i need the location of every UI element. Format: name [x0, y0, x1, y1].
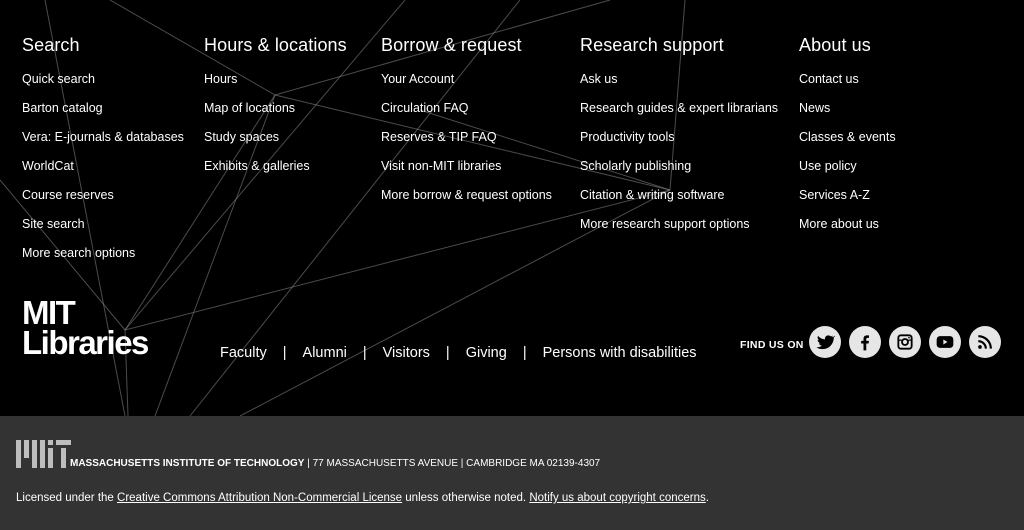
facebook-icon[interactable]: [849, 326, 881, 358]
link-exhibits-galleries[interactable]: Exhibits & galleries: [204, 159, 310, 173]
copyright-concerns-link[interactable]: Notify us about copyright concerns: [529, 492, 705, 504]
link-worldcat[interactable]: WorldCat: [22, 159, 74, 173]
mit-logo-mark[interactable]: [16, 440, 72, 473]
license-middle: unless otherwise noted.: [402, 492, 530, 504]
twitter-icon[interactable]: [809, 326, 841, 358]
link-giving[interactable]: Giving: [466, 345, 507, 361]
link-alumni[interactable]: Alumni: [303, 345, 347, 361]
link-scholarly-publishing[interactable]: Scholarly publishing: [580, 159, 691, 173]
separator: |: [362, 345, 367, 361]
link-reserves-tip-faq[interactable]: Reserves & TIP FAQ: [381, 130, 497, 144]
link-course-reserves[interactable]: Course reserves: [22, 188, 114, 202]
social-icons: [809, 326, 1001, 358]
logo-line-libraries: Libraries: [22, 324, 149, 361]
footer-column-about: About us Contact us News Classes & event…: [799, 34, 896, 246]
column-title-borrow: Borrow & request: [381, 35, 522, 55]
footer-column-hours: Hours & locations Hours Map of locations…: [204, 34, 347, 188]
column-title-hours: Hours & locations: [204, 35, 347, 55]
link-circulation-faq[interactable]: Circulation FAQ: [381, 101, 469, 115]
footer-column-search: Search Quick search Barton catalog Vera:…: [22, 34, 184, 275]
footer-main: Search Quick search Barton catalog Vera:…: [0, 0, 1024, 416]
link-ask-us[interactable]: Ask us: [580, 72, 618, 86]
link-contact-us[interactable]: Contact us: [799, 72, 859, 86]
link-map-of-locations[interactable]: Map of locations: [204, 101, 295, 115]
separator: |: [522, 345, 527, 361]
footer-column-borrow: Borrow & request Your Account Circulatio…: [381, 34, 552, 217]
link-use-policy[interactable]: Use policy: [799, 159, 857, 173]
find-us-label: FIND US ON: [740, 339, 804, 351]
license-suffix: .: [705, 492, 709, 504]
mit-libraries-logo[interactable]: MIT Libraries: [22, 296, 149, 361]
link-more-borrow-options[interactable]: More borrow & request options: [381, 188, 552, 202]
separator: |: [445, 345, 450, 361]
instagram-icon[interactable]: [889, 326, 921, 358]
link-visitors[interactable]: Visitors: [383, 345, 430, 361]
column-title-research: Research support: [580, 35, 724, 55]
link-visit-non-mit-libraries[interactable]: Visit non-MIT libraries: [381, 159, 501, 173]
link-site-search[interactable]: Site search: [22, 217, 85, 231]
license-prefix: Licensed under the: [16, 492, 118, 504]
link-study-spaces[interactable]: Study spaces: [204, 130, 279, 144]
institute-name: MASSACHUSETTS INSTITUTE OF TECHNOLOGY: [70, 458, 305, 469]
audience-links: Faculty | Alumni | Visitors | Giving | P…: [220, 345, 697, 361]
link-persons-with-disabilities[interactable]: Persons with disabilities: [543, 345, 697, 361]
separator: |: [282, 345, 287, 361]
link-citation-software[interactable]: Citation & writing software: [580, 188, 725, 202]
footer-bottom-bar: [0, 416, 1024, 530]
mit-address: MASSACHUSETTS INSTITUTE OF TECHNOLOGY | …: [70, 458, 600, 469]
cc-license-link[interactable]: Creative Commons Attribution Non-Commerc…: [117, 492, 402, 504]
license-notice: Licensed under the Creative Commons Attr…: [16, 492, 709, 504]
link-more-research-options[interactable]: More research support options: [580, 217, 750, 231]
link-hours[interactable]: Hours: [204, 72, 237, 86]
link-productivity-tools[interactable]: Productivity tools: [580, 130, 674, 144]
column-title-about: About us: [799, 35, 871, 55]
rss-icon[interactable]: [969, 326, 1001, 358]
link-your-account[interactable]: Your Account: [381, 72, 454, 86]
link-more-search-options[interactable]: More search options: [22, 246, 135, 260]
footer-column-research: Research support Ask us Research guides …: [580, 34, 778, 246]
column-title-search: Search: [22, 35, 80, 55]
street-address: | 77 MASSACHUSETTS AVENUE | CAMBRIDGE MA…: [304, 458, 601, 469]
link-classes-events[interactable]: Classes & events: [799, 130, 896, 144]
link-barton-catalog[interactable]: Barton catalog: [22, 101, 103, 115]
youtube-icon[interactable]: [929, 326, 961, 358]
link-research-guides[interactable]: Research guides & expert librarians: [580, 101, 778, 115]
link-quick-search[interactable]: Quick search: [22, 72, 95, 86]
link-vera[interactable]: Vera: E-journals & databases: [22, 130, 184, 144]
link-services-a-z[interactable]: Services A-Z: [799, 188, 870, 202]
link-more-about-us[interactable]: More about us: [799, 217, 879, 231]
link-news[interactable]: News: [799, 101, 830, 115]
link-faculty[interactable]: Faculty: [220, 345, 267, 361]
